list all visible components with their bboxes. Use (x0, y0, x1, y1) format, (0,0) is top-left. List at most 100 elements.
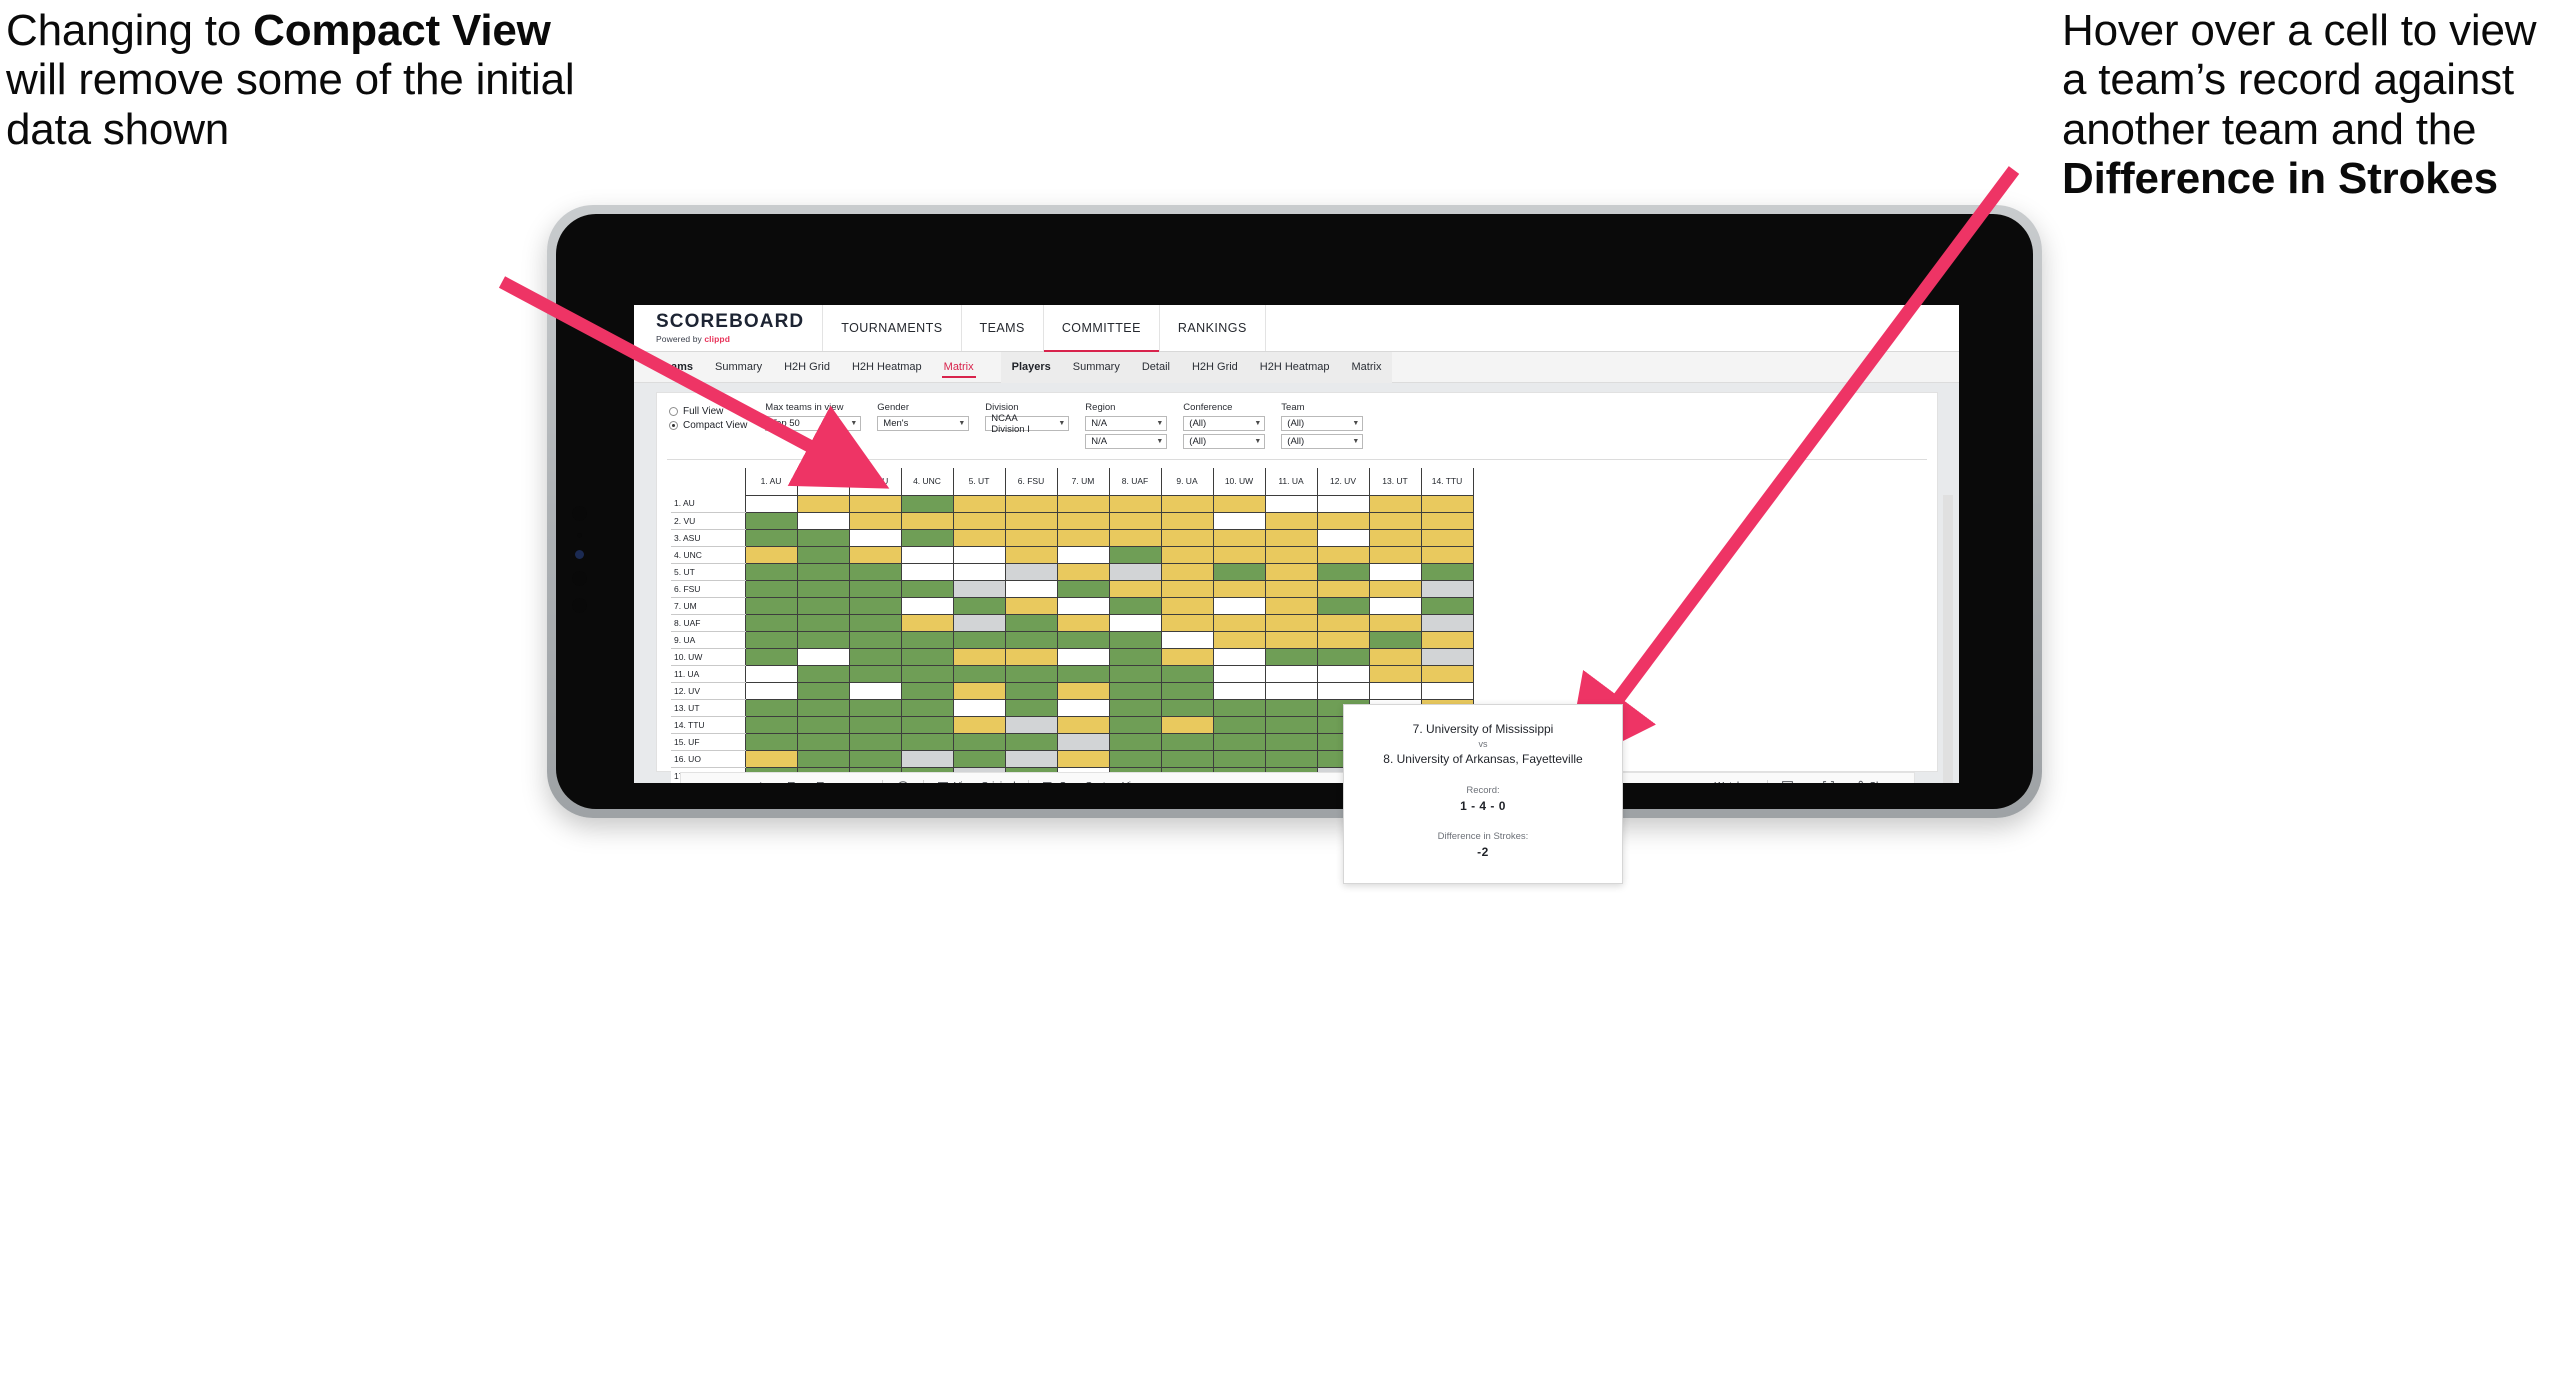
matrix-cell[interactable] (848, 681, 902, 700)
matrix-cell[interactable] (796, 664, 850, 683)
matrix-cell[interactable] (1160, 545, 1214, 564)
matrix-cell[interactable] (1368, 545, 1422, 564)
matrix-cell[interactable] (900, 494, 954, 513)
radio-compact-view[interactable]: Compact View (669, 418, 747, 432)
matrix-cell[interactable] (1264, 732, 1318, 751)
share-button[interactable]: Share (1843, 772, 1904, 783)
matrix-cell[interactable] (1108, 511, 1162, 530)
save-custom-view-button[interactable]: Save Custom View (1034, 772, 1151, 783)
matrix-cell[interactable] (1160, 528, 1214, 547)
conference-select-1[interactable]: (All) ▼ (1183, 416, 1266, 431)
matrix-col-header[interactable]: 10. UW (1212, 468, 1266, 495)
matrix-cell[interactable] (1056, 511, 1110, 530)
matrix-cell[interactable] (1004, 613, 1058, 632)
matrix-cell[interactable] (1108, 749, 1162, 768)
subtab-players-detail[interactable]: Detail (1131, 352, 1181, 383)
matrix-cell[interactable] (1212, 681, 1266, 700)
matrix-cell[interactable] (1316, 613, 1370, 632)
matrix-cell[interactable] (744, 749, 798, 768)
view-original-button[interactable]: View: Original (929, 772, 1024, 783)
matrix-cell[interactable] (1056, 749, 1110, 768)
matrix-cell[interactable] (1160, 562, 1214, 581)
matrix-cell[interactable] (1316, 681, 1370, 700)
matrix-cell[interactable] (1160, 681, 1214, 700)
matrix-cell[interactable] (796, 511, 850, 530)
watch-button[interactable]: Watch ▼ (1687, 772, 1762, 783)
matrix-cell[interactable] (796, 732, 850, 751)
subtab-teams-h2h-grid[interactable]: H2H Grid (773, 352, 841, 383)
matrix-cell[interactable] (744, 732, 798, 751)
matrix-cell[interactable] (1108, 732, 1162, 751)
vertical-scroll-thumb[interactable] (1943, 495, 1953, 783)
matrix-cell[interactable] (1264, 494, 1318, 513)
matrix-cell[interactable] (796, 528, 850, 547)
matrix-cell[interactable] (744, 596, 798, 615)
matrix-cell[interactable] (1056, 545, 1110, 564)
matrix-cell[interactable] (900, 579, 954, 598)
matrix-cell[interactable] (1004, 630, 1058, 649)
nav-item-rankings[interactable]: RANKINGS (1158, 305, 1265, 351)
matrix-cell[interactable] (1056, 715, 1110, 734)
matrix-cell[interactable] (1160, 732, 1214, 751)
matrix-col-header[interactable]: 1. AU (744, 468, 798, 495)
matrix-cell[interactable] (1004, 596, 1058, 615)
matrix-row-header[interactable]: 12. UV (671, 682, 745, 700)
matrix-cell[interactable] (848, 715, 902, 734)
matrix-cell[interactable] (1420, 545, 1474, 564)
matrix-row-header[interactable]: 10. UW (671, 648, 745, 666)
matrix-cell[interactable] (848, 647, 902, 666)
matrix-cell[interactable] (1212, 596, 1266, 615)
matrix-cell[interactable] (900, 596, 954, 615)
matrix-cell[interactable] (1004, 681, 1058, 700)
matrix-cell[interactable] (1212, 664, 1266, 683)
nav-item-committee[interactable]: COMMITTEE (1042, 305, 1159, 352)
matrix-cell[interactable] (1420, 562, 1474, 581)
division-select[interactable]: NCAA Division I ▼ (985, 413, 1070, 435)
matrix-cell[interactable] (1056, 562, 1110, 581)
matrix-cell[interactable] (1264, 630, 1318, 649)
matrix-cell[interactable] (1420, 494, 1474, 513)
matrix-cell[interactable] (848, 732, 902, 751)
matrix-cell[interactable] (1212, 528, 1266, 547)
matrix-col-header[interactable]: 3. ASU (848, 468, 902, 495)
matrix-cell[interactable] (1368, 596, 1422, 615)
matrix-cell[interactable] (1056, 613, 1110, 632)
matrix-cell[interactable] (848, 579, 902, 598)
matrix-cell[interactable] (796, 681, 850, 700)
matrix-cell[interactable] (1420, 647, 1474, 666)
matrix-cell[interactable] (900, 630, 954, 649)
revert-dropdown-button[interactable]: ▼ (836, 772, 877, 783)
matrix-cell[interactable] (952, 613, 1006, 632)
matrix-cell[interactable] (1004, 732, 1058, 751)
matrix-cell[interactable] (1160, 715, 1214, 734)
matrix-cell[interactable] (1160, 630, 1214, 649)
matrix-cell[interactable] (952, 562, 1006, 581)
matrix-cell[interactable] (796, 647, 850, 666)
matrix-cell[interactable] (1368, 562, 1422, 581)
pause-auto-updates-button[interactable] (807, 772, 836, 783)
matrix-col-header[interactable]: 4. UNC (900, 468, 954, 495)
matrix-cell[interactable] (1212, 545, 1266, 564)
matrix-cell[interactable] (1264, 749, 1318, 768)
matrix-cell[interactable] (1420, 579, 1474, 598)
matrix-cell[interactable] (1108, 715, 1162, 734)
matrix-cell[interactable] (1004, 562, 1058, 581)
matrix-cell[interactable] (900, 613, 954, 632)
matrix-col-header[interactable]: 9. UA (1160, 468, 1214, 495)
matrix-cell[interactable] (744, 647, 798, 666)
matrix-cell[interactable] (1316, 664, 1370, 683)
matrix-cell[interactable] (1160, 698, 1214, 717)
matrix-cell[interactable] (796, 494, 850, 513)
matrix-cell[interactable] (796, 630, 850, 649)
matrix-cell[interactable] (848, 613, 902, 632)
matrix-cell[interactable] (1264, 596, 1318, 615)
matrix-cell[interactable] (848, 664, 902, 683)
matrix-cell[interactable] (1108, 647, 1162, 666)
matrix-cell[interactable] (1004, 664, 1058, 683)
matrix-cell[interactable] (1160, 494, 1214, 513)
matrix-cell[interactable] (1160, 596, 1214, 615)
matrix-row-header[interactable]: 3. ASU (671, 529, 745, 547)
matrix-cell[interactable] (1420, 681, 1474, 700)
nav-item-teams[interactable]: TEAMS (960, 305, 1043, 351)
matrix-cell[interactable] (952, 528, 1006, 547)
